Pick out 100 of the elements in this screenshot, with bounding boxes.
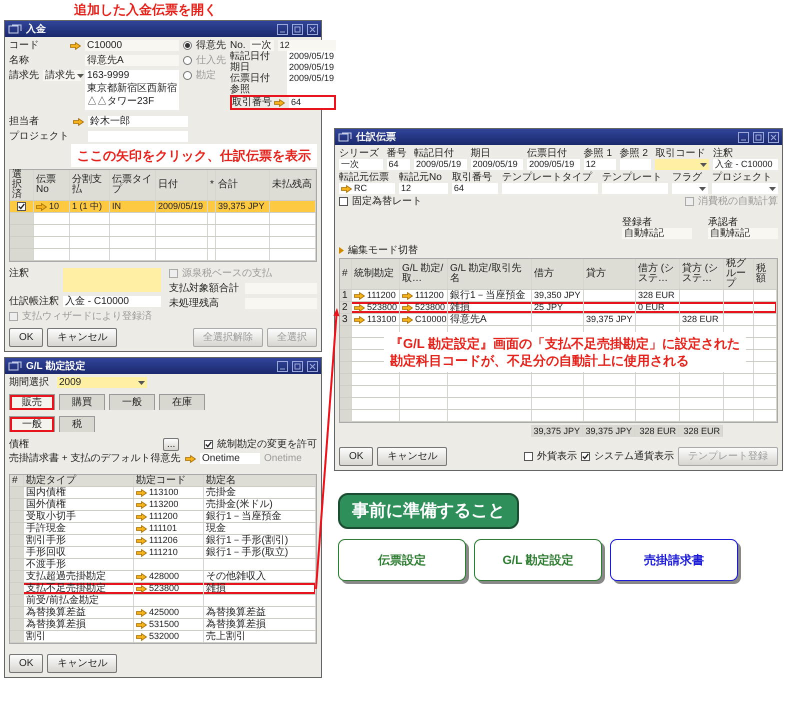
- checkbox[interactable]: [204, 440, 213, 449]
- arrow-icon[interactable]: [136, 620, 147, 628]
- close-icon[interactable]: [768, 132, 779, 142]
- arrow-icon[interactable]: [136, 608, 147, 616]
- tab[interactable]: 購買: [59, 394, 105, 410]
- input-field[interactable]: [502, 183, 598, 194]
- table-row[interactable]: 国内債権 113100 売掛金: [10, 487, 316, 499]
- input-field[interactable]: 12: [399, 183, 448, 194]
- input-field[interactable]: 2009/05/19: [287, 73, 336, 84]
- table-row[interactable]: 前受/前払金勘定: [10, 595, 316, 607]
- input-field[interactable]: [88, 131, 188, 142]
- maximize-icon[interactable]: [292, 360, 303, 372]
- arrow-icon[interactable]: [402, 292, 413, 300]
- input-field[interactable]: C10000: [85, 40, 179, 51]
- caret-icon[interactable]: [700, 162, 707, 166]
- input-field[interactable]: 2009/05/19: [414, 159, 467, 170]
- input-field[interactable]: 自動転記: [708, 228, 778, 239]
- table-row[interactable]: 為替換算差益 425000 為替換算差益: [10, 607, 316, 619]
- input-field[interactable]: 得意先A: [85, 55, 179, 66]
- button[interactable]: OK: [9, 328, 44, 347]
- radio-button[interactable]: [183, 56, 192, 65]
- input-field[interactable]: 一次: [339, 159, 383, 170]
- minimize-icon[interactable]: [277, 24, 288, 34]
- input-field[interactable]: 自動転記: [622, 228, 692, 239]
- arrow-icon[interactable]: [354, 292, 365, 300]
- nav-link-button[interactable]: G/L 勘定設定: [474, 539, 602, 581]
- checkbox[interactable]: [17, 202, 26, 211]
- input-field[interactable]: 2009/05/19: [470, 159, 524, 170]
- input-field[interactable]: 一次: [250, 40, 274, 51]
- arrow-icon[interactable]: [73, 118, 84, 126]
- arrow-icon[interactable]: [402, 316, 413, 324]
- table-row[interactable]: 1 111200 111200 銀行1－当座預金 39,350 JPY 328 EUR: [340, 290, 777, 302]
- arrow-icon[interactable]: [354, 316, 365, 324]
- caret-icon[interactable]: [698, 186, 706, 190]
- arrow-icon[interactable]: [136, 524, 147, 532]
- input-field[interactable]: 入金 - C10000: [712, 159, 778, 170]
- table-row[interactable]: 割引 532000 売上割引: [10, 631, 316, 643]
- button[interactable]: キャンセル: [47, 654, 118, 673]
- address-field[interactable]: 163-9999 東京都新宿区西新宿 △△タワー23F: [85, 70, 179, 110]
- table-row[interactable]: 支払超過売掛勘定 428000 その他雑収入: [10, 571, 316, 583]
- nav-link-button[interactable]: 売掛請求書: [610, 539, 738, 581]
- input-field[interactable]: [620, 159, 652, 170]
- arrow-icon[interactable]: [136, 512, 147, 520]
- minimize-icon[interactable]: [738, 132, 749, 142]
- caret-icon[interactable]: [77, 74, 84, 78]
- maximize-icon[interactable]: [292, 24, 303, 34]
- arrow-icon[interactable]: [136, 536, 147, 544]
- table-row[interactable]: 不渡手形: [10, 559, 316, 571]
- input-field[interactable]: [602, 183, 668, 194]
- checkbox[interactable]: [524, 452, 533, 461]
- input-field[interactable]: 12: [584, 159, 616, 170]
- input-field[interactable]: RC: [339, 183, 396, 194]
- caret-icon[interactable]: [769, 186, 776, 190]
- tab[interactable]: 税: [59, 416, 95, 432]
- arrow-icon[interactable]: [341, 184, 352, 192]
- input-field[interactable]: 鈴木一郎: [88, 116, 188, 127]
- tab[interactable]: 一般: [9, 416, 55, 432]
- checkbox[interactable]: [339, 197, 348, 206]
- triangle-icon[interactable]: [339, 247, 344, 254]
- arrow-icon[interactable]: [402, 304, 413, 312]
- radio-button[interactable]: [183, 41, 192, 50]
- input-field[interactable]: 2009/05/19: [287, 51, 336, 62]
- arrow-icon[interactable]: [136, 632, 147, 640]
- button[interactable]: キャンセル: [47, 328, 118, 347]
- maximize-icon[interactable]: [753, 132, 764, 142]
- input-field[interactable]: 64: [452, 183, 498, 194]
- button[interactable]: キャンセル: [377, 447, 448, 466]
- tab[interactable]: 一般: [109, 394, 155, 410]
- arrow-icon[interactable]: [136, 572, 147, 580]
- arrow-icon[interactable]: [185, 454, 196, 462]
- arrow-icon[interactable]: [274, 98, 285, 106]
- input-field[interactable]: 入金 - C10000: [63, 296, 161, 307]
- arrow-icon[interactable]: [70, 42, 81, 50]
- input-field[interactable]: 64: [386, 159, 410, 170]
- dropdown[interactable]: 請求先: [43, 70, 81, 81]
- table-row[interactable]: 3 113100 C10000 得意先A 39,375 JPY 328 EUR: [340, 314, 777, 326]
- arrow-icon[interactable]: [136, 584, 147, 592]
- button[interactable]: OK: [9, 654, 44, 673]
- minimize-icon[interactable]: [277, 360, 288, 372]
- checkbox[interactable]: [581, 452, 590, 461]
- arrow-icon[interactable]: [354, 304, 365, 312]
- dropdown[interactable]: [655, 159, 709, 170]
- dropdown[interactable]: 2009: [57, 377, 147, 388]
- close-icon[interactable]: [307, 360, 318, 372]
- section-label[interactable]: 編集モード切替: [348, 245, 418, 256]
- table-row[interactable]: 割引手形 111206 銀行1－手形(割引): [10, 535, 316, 547]
- table-row[interactable]: 受取小切手 111200 銀行1－当座預金: [10, 511, 316, 523]
- input-field[interactable]: Onetime: [200, 453, 260, 464]
- nav-link-button[interactable]: 伝票設定: [338, 539, 466, 581]
- arrow-icon[interactable]: [136, 488, 147, 496]
- button[interactable]: OK: [339, 447, 374, 466]
- radio-button[interactable]: [183, 71, 192, 80]
- table-row[interactable]: 手形回収 111210 銀行1－手形(取立): [10, 547, 316, 559]
- table-row[interactable]: 支払不足売掛勘定 523800 雑損: [10, 583, 316, 595]
- tab[interactable]: 販売: [9, 394, 55, 410]
- tab[interactable]: 在庫: [159, 394, 205, 410]
- arrow-icon[interactable]: [36, 202, 47, 210]
- table-row[interactable]: 国外債権 113200 売掛金(米ドル): [10, 499, 316, 511]
- table-row[interactable]: 為替換算差損 531500 為替換算差損: [10, 619, 316, 631]
- arrow-icon[interactable]: [136, 500, 147, 508]
